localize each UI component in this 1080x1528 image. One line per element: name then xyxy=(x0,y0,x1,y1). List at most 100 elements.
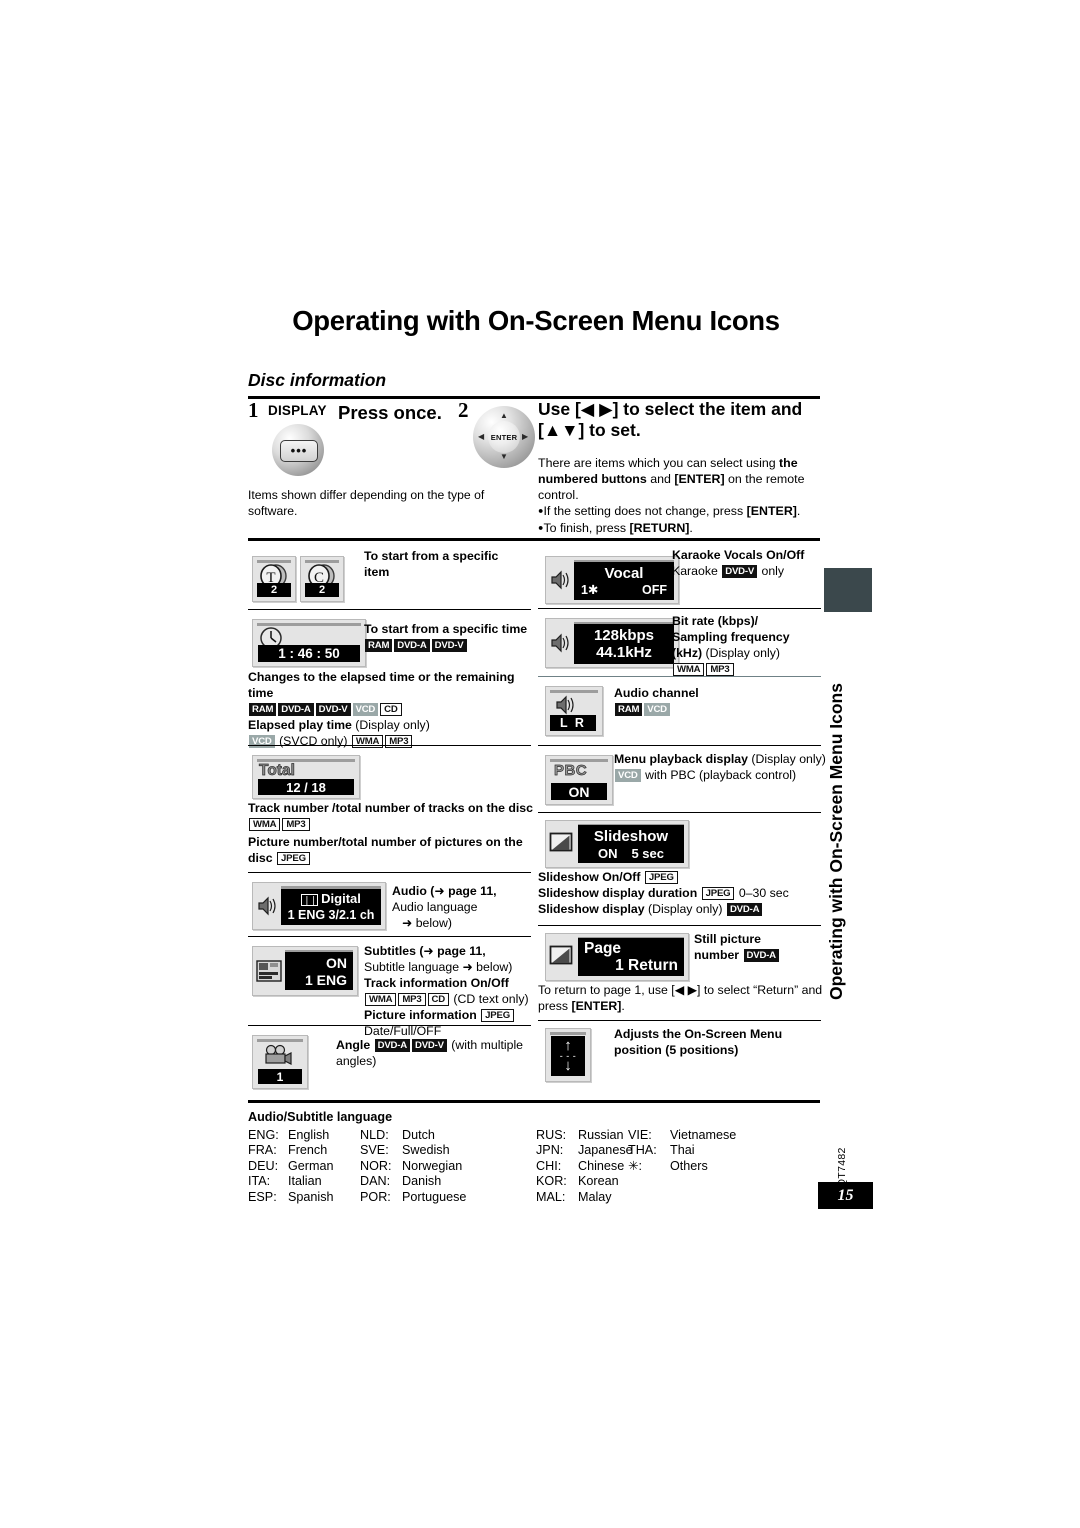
track-info-heading: Track information On/Off xyxy=(364,975,509,990)
language-row: DAN: Danish xyxy=(360,1174,466,1189)
angle-desc: Angle DVD-A DVD-V (with multiple angles) xyxy=(336,1038,532,1070)
audio-lcd-line1: ❘❘ Digital xyxy=(281,891,381,907)
step2-body-pre: There are items which you can select usi… xyxy=(538,456,780,470)
language-row: VIE: Vietnamese xyxy=(628,1128,736,1143)
still-picture-heading-2: number xyxy=(694,947,740,962)
divider-above-table xyxy=(248,538,820,541)
pad-left-icon: ◀ xyxy=(478,432,485,441)
language-name: Portuguese xyxy=(402,1189,467,1204)
icon-title-number: T 2 xyxy=(252,556,296,602)
manual-page: Operating with On-Screen Menu Icons Disc… xyxy=(0,0,1080,1528)
language-name: Norwegian xyxy=(402,1158,463,1173)
language-name: French xyxy=(288,1143,328,1158)
chip-dvd-a: DVD-A xyxy=(743,948,779,962)
icon-karaoke: Vocal 1✱ OFF xyxy=(545,556,679,604)
angle-lcd-value: 1 xyxy=(276,1069,284,1084)
page-lcd: Page 1 Return xyxy=(578,938,684,976)
chip-dvd-v: DVD-V xyxy=(315,702,351,716)
slideshow-lcd-state: ON xyxy=(597,845,618,861)
slideshow-desc: Slideshow On/Off JPEG Slideshow display … xyxy=(538,870,828,918)
language-code: FRA: xyxy=(248,1143,277,1158)
slideshow-lcd: Slideshow ON 5 sec xyxy=(578,825,684,863)
slideshow-display-rest: (Display only) xyxy=(644,901,726,916)
language-row: DEU: German xyxy=(248,1159,334,1174)
pbc-lcd: ON xyxy=(551,783,607,800)
subtitle-screen-icon xyxy=(256,960,282,982)
track-number-text: Track number /total number of tracks on … xyxy=(248,801,533,815)
language-code: JPN: xyxy=(536,1143,564,1158)
chip-dvd-a: DVD-A xyxy=(374,1039,410,1052)
karaoke-lcd-line1: Vocal xyxy=(604,564,644,582)
display-button-icon: ••• xyxy=(272,424,324,476)
karaoke-sub-post: only xyxy=(758,563,785,578)
subtitles-lcd: ON 1 ENG xyxy=(285,952,353,990)
language-row: ENG: English xyxy=(248,1128,334,1143)
language-name: Chinese xyxy=(578,1158,625,1173)
specific-time-heading: To start from a specific time xyxy=(364,622,528,636)
menu-position-desc: Adjusts the On-Screen Menu position (5 p… xyxy=(614,1027,824,1059)
angle-heading: Angle xyxy=(336,1038,371,1052)
divider-right-2 xyxy=(538,676,821,678)
language-code: ESP: xyxy=(248,1189,277,1204)
pad-enter-label: ENTER xyxy=(490,432,518,442)
audio-sub1: Audio language xyxy=(392,899,478,914)
still-picture-heading-1: Still picture xyxy=(694,932,761,946)
menu-position-lcd: ↑ - - - ↓ xyxy=(551,1036,585,1076)
step-2-heading-line1: Use [◀ ▶] to select the item and xyxy=(538,399,803,419)
audio-channel-lcd: L R xyxy=(550,715,596,731)
language-row: CHI: Chinese xyxy=(536,1159,633,1174)
section-title: Disc information xyxy=(248,370,387,390)
step2-bullet-1: ●If the setting does not change, press [… xyxy=(538,503,836,519)
language-name: Dutch xyxy=(402,1128,435,1142)
chip-dvd-a: DVD-A xyxy=(726,902,763,916)
page-return-note: To return to page 1, use [◀ ▶] to select… xyxy=(538,983,830,1015)
audio-lcd-format: Digital xyxy=(321,891,361,907)
chip-ram: RAM xyxy=(365,638,393,652)
bitrate-heading-2: Sampling frequency xyxy=(672,629,790,644)
chip-wma: WMA xyxy=(249,817,281,831)
chip-dvd-a: DVD-A xyxy=(394,638,430,652)
pad-up-icon: ▲ xyxy=(500,411,508,420)
elapsed-time-block: Changes to the elapsed time or the remai… xyxy=(248,670,533,750)
speaker-icon xyxy=(258,896,276,916)
elapsed-play-time-bold: Elapsed play time xyxy=(248,717,352,732)
page-return-note-post: . xyxy=(621,998,625,1013)
chip-vcd: VCD xyxy=(615,768,641,782)
bitrate-heading-3-bold: (kHz) xyxy=(672,645,703,660)
language-row: ✳: Others xyxy=(628,1159,736,1174)
icon-audio-channel: L R xyxy=(545,686,603,736)
time-lcd: 1 : 46 : 50 xyxy=(258,645,360,662)
language-name: Italian xyxy=(288,1174,322,1189)
bitrate-heading-1: Bit rate (kbps)/ xyxy=(672,614,759,628)
icon-cap-bar xyxy=(257,1039,303,1042)
language-code: ENG: xyxy=(248,1128,279,1142)
language-code: POR: xyxy=(360,1189,391,1204)
language-code: RUS: xyxy=(536,1128,567,1142)
slideshow-display-label: Slideshow display xyxy=(538,901,645,916)
karaoke-lcd: Vocal 1✱ OFF xyxy=(574,562,674,600)
bitrate-desc: Bit rate (kbps)/ Sampling frequency (kHz… xyxy=(672,614,828,678)
language-name: German xyxy=(288,1158,334,1173)
specific-time-block: To start from a specific time RAM DVD-A DV… xyxy=(364,622,534,654)
icon-cap-bar xyxy=(550,690,598,693)
chip-dvd-v: DVD-V xyxy=(722,564,758,578)
picture-number-block: Picture number/total number of pictures … xyxy=(248,835,533,867)
slideshow-lcd-duration: 5 sec xyxy=(631,845,665,861)
step2-bullet2-pre: To finish, press xyxy=(543,520,630,535)
language-code: VIE: xyxy=(628,1128,652,1142)
slideshow-duration-range: 0–30 sec xyxy=(735,885,789,900)
language-row: SVE: Swedish xyxy=(360,1143,466,1158)
chip-jpeg: JPEG xyxy=(277,851,310,865)
specific-item-heading: To start from a specific item xyxy=(364,549,524,581)
divider-right-5 xyxy=(538,925,821,927)
angle-lcd: 1 xyxy=(258,1069,302,1084)
karaoke-lcd-line2: 1✱ OFF xyxy=(574,584,674,597)
language-row: ITA: Italian xyxy=(248,1174,334,1189)
menu-position-heading-2: position (5 positions) xyxy=(614,1042,739,1057)
chip-jpeg: JPEG xyxy=(644,871,678,884)
total-label: Total xyxy=(259,762,296,780)
language-row: RUS: Russian xyxy=(536,1128,633,1143)
software-type-note: Items shown differ depending on the type… xyxy=(248,488,485,519)
divider-above-language-table xyxy=(248,1100,820,1103)
language-name: Thai xyxy=(670,1143,695,1158)
